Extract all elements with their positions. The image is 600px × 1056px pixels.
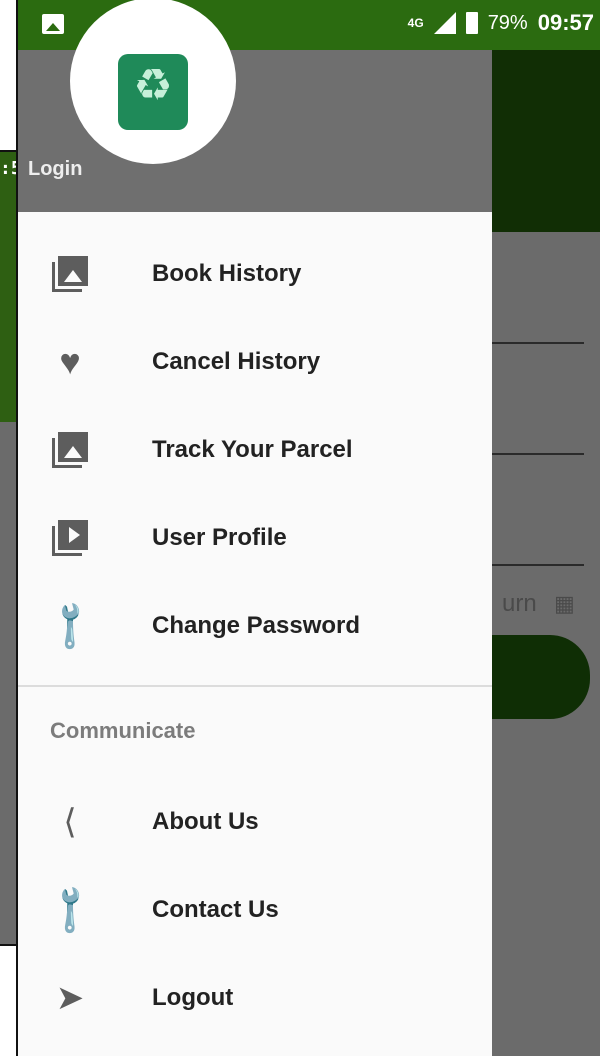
status-right: 4G 79% 09:57	[408, 10, 594, 36]
gallery-icon	[50, 430, 90, 470]
return-field-label: urn	[502, 590, 537, 617]
drawer-header: ♻ Login	[18, 0, 492, 212]
navigation-drawer: ♻ Login Book History ♥ Cancel History Tr…	[18, 0, 492, 1056]
input-underline	[492, 342, 584, 344]
menu-label: About Us	[152, 808, 259, 835]
menu-item-book-history[interactable]: Book History	[18, 230, 492, 318]
menu-label: Change Password	[152, 612, 361, 639]
login-label[interactable]: Login	[28, 158, 82, 181]
status-time: 09:57	[537, 10, 594, 35]
menu-item-user-profile[interactable]: User Profile	[18, 494, 492, 582]
battery-percent: 79%	[487, 11, 528, 34]
menu-label: Track Your Parcel	[152, 436, 353, 463]
menu-item-change-password[interactable]: 🔧 Change Password	[18, 582, 492, 670]
app-header-behind	[492, 50, 600, 232]
input-underline	[492, 453, 584, 455]
menu-label: Contact Us	[152, 896, 279, 923]
gallery-icon	[50, 254, 90, 294]
menu-label: Logout	[152, 984, 234, 1011]
menu-item-about-us[interactable]: ⟨ About Us	[18, 778, 492, 866]
network-icon: 4G	[407, 15, 424, 30]
primary-button-behind[interactable]	[492, 635, 590, 719]
menu-item-contact-us[interactable]: 🔧 Contact Us	[18, 866, 492, 954]
menu-item-cancel-history[interactable]: ♥ Cancel History	[18, 318, 492, 406]
section-title-communicate: Communicate	[50, 718, 196, 743]
signal-icon	[433, 12, 456, 34]
video-library-icon	[50, 518, 90, 558]
input-underline	[492, 564, 584, 566]
menu-item-logout[interactable]: ➤ Logout	[18, 954, 492, 1042]
menu-label: User Profile	[152, 524, 287, 551]
send-icon: ➤	[55, 979, 85, 1017]
drawer-divider	[18, 685, 492, 687]
calendar-icon[interactable]: ▦	[554, 591, 580, 616]
recycle-icon: ♻	[118, 54, 188, 130]
wrench-icon: 🔧	[41, 881, 99, 939]
heart-icon: ♥	[59, 341, 81, 382]
image-notification-icon	[42, 14, 64, 34]
share-icon: ⟨	[63, 803, 77, 841]
wrench-icon: 🔧	[41, 597, 99, 655]
menu-item-track-parcel[interactable]: Track Your Parcel	[18, 406, 492, 494]
menu-label: Book History	[152, 260, 302, 287]
battery-icon	[465, 12, 478, 34]
logo-avatar: ♻	[70, 0, 236, 164]
menu-label: Cancel History	[152, 348, 321, 375]
